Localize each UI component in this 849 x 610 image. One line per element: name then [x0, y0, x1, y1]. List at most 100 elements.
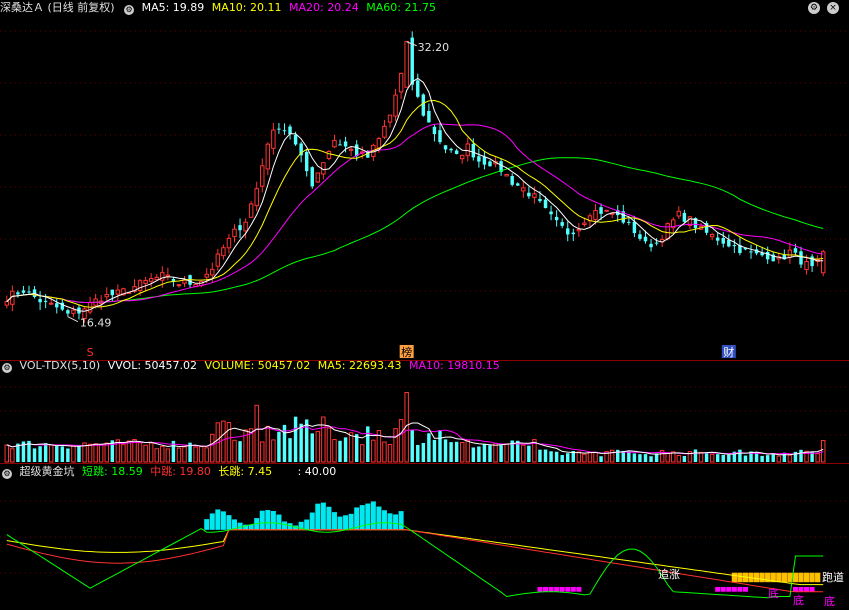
volume-bar: [454, 441, 459, 462]
volume-bar: [126, 440, 132, 463]
candle: [543, 199, 548, 209]
pink-bar: [543, 586, 549, 592]
volume-bar: [321, 416, 326, 463]
candle: [348, 148, 354, 151]
indicator-bar: [259, 510, 265, 530]
candle: [182, 279, 187, 284]
candle: [454, 150, 459, 154]
volume-bar: [627, 451, 631, 462]
candle: [665, 223, 670, 240]
volume-bar: [599, 456, 603, 462]
volume-bar: [104, 442, 109, 463]
stock-title[interactable]: 深桑达Ａ (日线 前复权): [0, 1, 115, 14]
volume-bar: [398, 418, 404, 463]
volume-bar: [471, 447, 476, 462]
event-marker: 财: [723, 345, 734, 359]
candle: [254, 188, 259, 207]
gold-bar: [809, 572, 815, 583]
volume-bar: [154, 448, 159, 463]
candle: [654, 242, 659, 244]
volume-chart[interactable]: [0, 375, 849, 463]
volume-bar: [310, 433, 314, 462]
volume-bar: [493, 442, 498, 463]
indicator-bar: [237, 522, 243, 530]
volume-bar: [288, 438, 292, 462]
ma60-label: MA60: 21.75: [366, 1, 436, 14]
gold-bar: [815, 572, 821, 583]
volume-bar: [527, 445, 531, 462]
candle: [404, 40, 409, 88]
ma5-label: MA5: 19.89: [141, 1, 205, 14]
volume-bar: [649, 456, 653, 462]
close-icon[interactable]: ×: [827, 2, 839, 14]
candle: [638, 234, 642, 239]
signal-text: 追涨: [658, 567, 680, 581]
volume-bar: [676, 454, 682, 463]
gear-icon[interactable]: ⚙: [2, 469, 12, 479]
candle: [277, 128, 281, 130]
indicator-bar: [320, 502, 326, 530]
long-jump-line: [6, 529, 824, 586]
ma10-label: MA10: 20.11: [211, 1, 282, 14]
pink-bar: [570, 586, 576, 592]
level-label: : 40.00: [297, 465, 337, 478]
candle: [137, 280, 143, 291]
indicator-bar: [348, 513, 354, 530]
volume-bar: [332, 439, 337, 463]
volume-bar: [738, 449, 742, 462]
indicator-bar: [370, 501, 376, 530]
volume-bar: [77, 444, 81, 462]
volume-bar: [115, 439, 121, 463]
volume-bar: [538, 449, 542, 462]
volume-bar: [87, 443, 93, 463]
indicator-chart[interactable]: 追涨 跑道底底底: [0, 481, 849, 610]
candle: [488, 161, 492, 167]
volume-bar: [432, 439, 437, 462]
indicator-bar: [276, 514, 282, 530]
volume-bar: [587, 451, 593, 463]
volume-bar: [93, 443, 98, 463]
candle: [421, 94, 426, 116]
volume-bar: [315, 430, 321, 463]
volume-bar: [121, 444, 126, 463]
candle: [427, 110, 431, 123]
candle: [304, 151, 309, 172]
volume-bar: [721, 454, 725, 462]
vol-ma10-label: MA10: 19810.15: [409, 359, 500, 372]
pink-bar: [726, 586, 732, 592]
candle: [649, 243, 653, 248]
volume-bar: [549, 451, 553, 462]
candle: [382, 125, 387, 138]
settings-icon[interactable]: ⚙: [808, 2, 820, 14]
pink-bar: [742, 586, 748, 592]
volume-bar: [326, 427, 332, 463]
indicator-panel-header: ⚙ 超级黄金坑 短跳: 18.59 中跳: 19.80 长跳: 7.45 : 4…: [0, 464, 340, 480]
high-price-label: 32.20: [418, 41, 450, 54]
candle: [504, 173, 509, 177]
candle: [438, 130, 442, 143]
volume-bar: [238, 441, 242, 462]
volume-bar: [354, 434, 359, 462]
candle: [443, 145, 448, 150]
candle: [554, 216, 559, 221]
candle: [288, 126, 292, 135]
indicator-bar: [387, 513, 393, 530]
volume-bar: [482, 443, 487, 462]
candle: [38, 298, 42, 303]
volume-bar: [638, 454, 642, 462]
candle: [260, 165, 265, 187]
volume-bar: [366, 426, 370, 462]
indicator-bar: [209, 513, 215, 530]
price-chart[interactable]: 32.2016.49S 榜财: [0, 17, 849, 360]
candle: [55, 303, 59, 308]
candle: [215, 253, 221, 267]
candle: [265, 143, 271, 170]
gold-bar: [753, 572, 760, 583]
pink-bar: [576, 586, 582, 592]
gear-icon[interactable]: ⚙: [124, 5, 135, 15]
volume-bar: [137, 442, 143, 463]
volume-bar: [198, 446, 204, 463]
gear-icon[interactable]: ⚙: [2, 363, 12, 373]
volume-panel-header: ⚙ VOL-TDX(5,10) VVOL: 50457.02 VOLUME: 5…: [0, 358, 504, 374]
candle: [709, 233, 715, 238]
